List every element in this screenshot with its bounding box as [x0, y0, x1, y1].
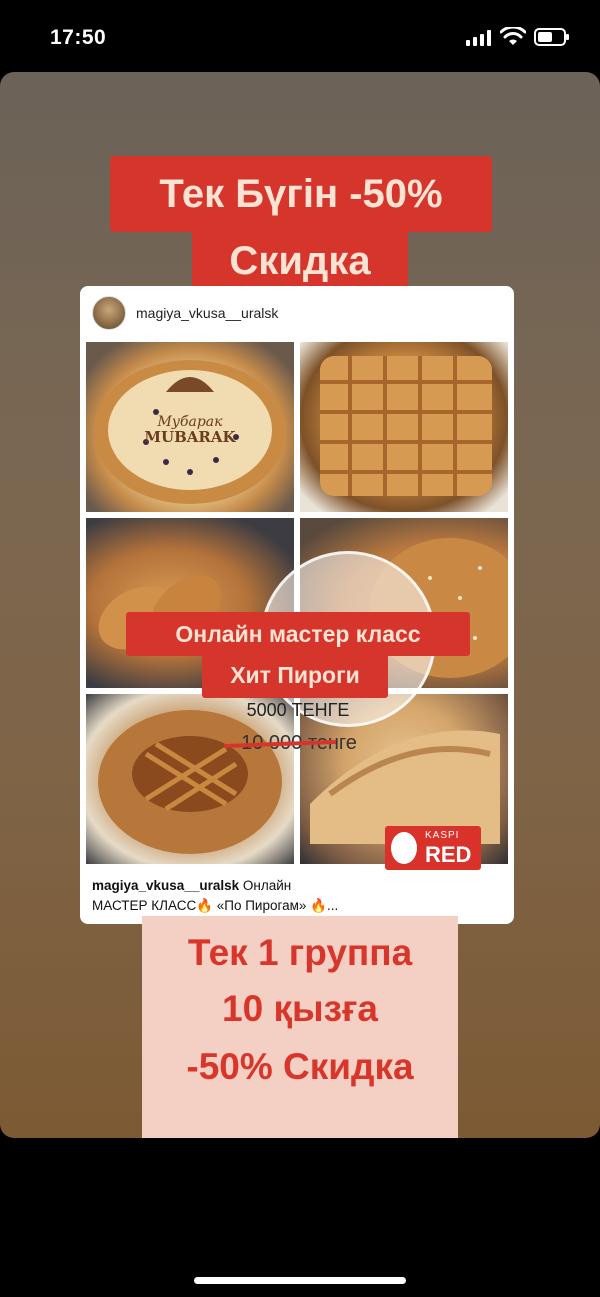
wifi-icon	[500, 27, 526, 45]
story-card[interactable]: Тек Бүгін -50% Скидка magiya_vkusa__ural…	[0, 72, 600, 1138]
signal-bars-icon	[466, 30, 491, 46]
promo-line-girls: 10 қызға	[222, 988, 378, 1029]
status-time: 17:50	[50, 26, 107, 49]
instagram-post-card[interactable]: magiya_vkusa__uralsk Мубарак MUBARAK Онл…	[80, 286, 514, 924]
headline-discount: Тек Бүгін -50%	[110, 156, 492, 232]
status-bar: 17:50	[0, 0, 600, 72]
masterclass-subtitle: Хит Пироги	[202, 654, 388, 698]
promo-line-group: Тек 1 группа	[187, 932, 413, 973]
lattice-illustration	[320, 356, 492, 496]
post-username[interactable]: magiya_vkusa__uralsk	[136, 305, 278, 321]
post-caption: magiya_vkusa__uralsk Онлайн МАСТЕР КЛАСС…	[92, 878, 339, 913]
kaspi-logo-icon	[391, 832, 417, 864]
caption-username[interactable]: magiya_vkusa__uralsk	[92, 878, 239, 893]
pie-illustration: Мубарак MUBARAK	[94, 360, 286, 504]
promo-line-discount: -50% Скидка	[186, 1046, 414, 1087]
post-header: magiya_vkusa__uralsk	[80, 286, 514, 338]
caption-text: МАСТЕР КЛАСС🔥 «По Пирогам» 🔥...	[92, 898, 339, 913]
svg-text:MUBARAK: MUBARAK	[144, 428, 236, 446]
battery-icon	[534, 28, 569, 46]
promo-box: Тек 1 группа 10 қызға -50% Скидка	[142, 916, 458, 1138]
kaspi-red-badge: KASPI RED	[385, 826, 481, 870]
home-indicator[interactable]	[194, 1277, 406, 1284]
photo-tile-pie-mubarak: Мубарак MUBARAK	[86, 342, 294, 512]
avatar[interactable]	[92, 296, 126, 330]
photo-tile-lattice-pie	[300, 342, 508, 512]
price-new: 5000 ТЕНГЕ	[246, 700, 350, 720]
masterclass-title: Онлайн мастер класс	[126, 612, 470, 656]
